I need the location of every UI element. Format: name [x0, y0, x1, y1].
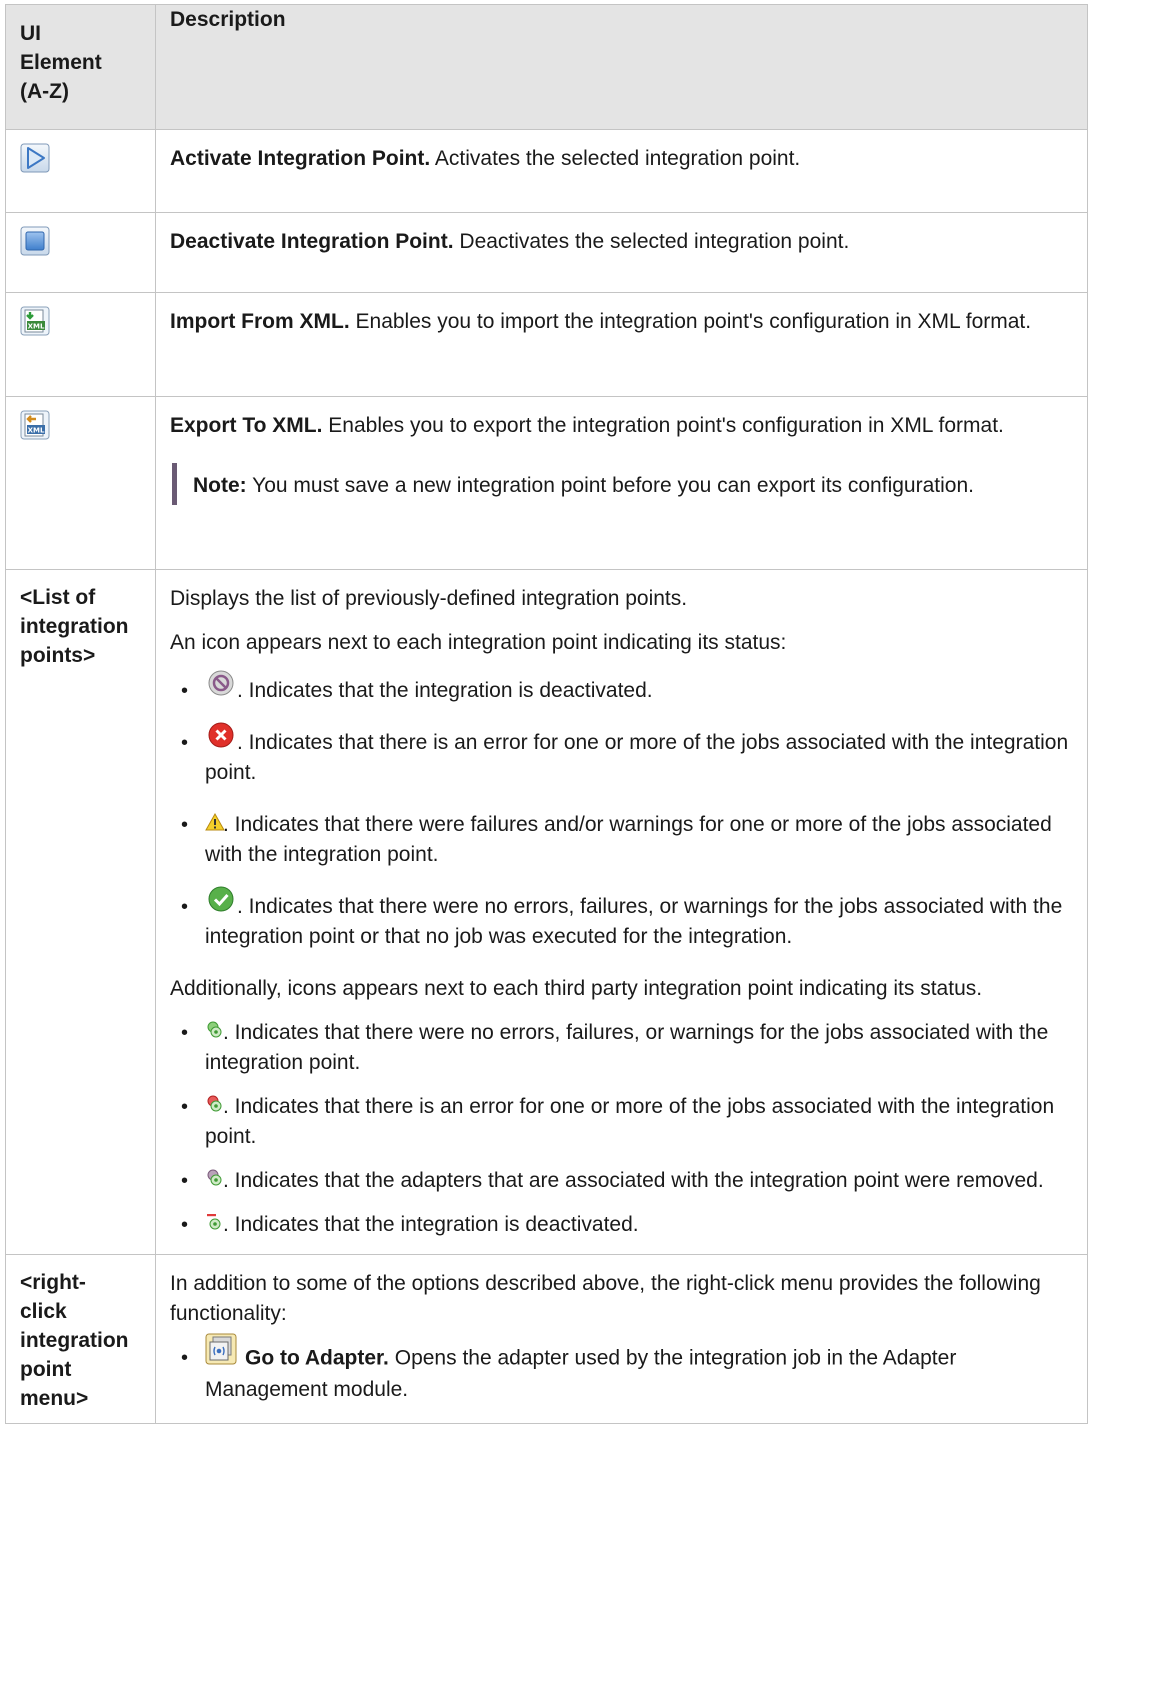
export-xml-label: XML — [28, 427, 45, 435]
table-header-row: UI Element (A-Z) Description — [5, 4, 1088, 130]
key-line: points> — [20, 644, 96, 667]
key-line: menu> — [20, 1387, 89, 1410]
error-status-icon — [208, 722, 234, 748]
third-party-list: . Indicates that there were no errors, f… — [170, 1018, 1071, 1240]
third-party-deactivated-icon — [205, 1213, 223, 1231]
list-item: . Indicates that there is an error for o… — [181, 722, 1071, 788]
status-text: . Indicates that there were no errors, f… — [205, 895, 1063, 948]
list-item: . Indicates that the integration is deac… — [181, 1210, 1071, 1240]
key-line: <right- — [20, 1271, 86, 1294]
status-list: . Indicates that the integration is deac… — [170, 670, 1071, 952]
list-item: . Indicates that the adapters that are a… — [181, 1166, 1071, 1196]
third-party-text: . Indicates that the integration is deac… — [223, 1213, 639, 1236]
table-row: <right- click integration point menu> In… — [5, 1254, 1088, 1424]
third-party-error-icon — [205, 1095, 223, 1113]
list-item: . Indicates that the integration is deac… — [181, 670, 1071, 706]
go-to-adapter-title: Go to Adapter. — [245, 1346, 389, 1370]
import-xml-label: XML — [28, 323, 45, 331]
list-item: . Indicates that there were failures and… — [181, 810, 1071, 870]
list-status-intro: An icon appears next to each integration… — [170, 631, 787, 654]
list-intro: Displays the list of previously-defined … — [170, 587, 688, 610]
activate-title: Activate Integration Point. — [170, 147, 431, 170]
third-party-ok-icon — [205, 1021, 223, 1039]
list-item: . Indicates that there were no errors, f… — [181, 886, 1071, 952]
deactivate-title: Deactivate Integration Point. — [170, 230, 454, 253]
deactivate-text: Deactivates the selected integration poi… — [453, 230, 850, 253]
table-row: Deactivate Integration Point. Deactivate… — [5, 212, 1088, 293]
list-item: . Indicates that there were no errors, f… — [181, 1018, 1071, 1078]
table-row: <List of integration points> Displays th… — [5, 569, 1088, 1255]
deactivated-status-icon — [208, 670, 234, 696]
note-label: Note: — [193, 474, 247, 497]
header-line: Element — [20, 51, 102, 74]
success-status-icon — [208, 886, 234, 912]
play-triangle-icon[interactable] — [20, 143, 50, 173]
import-xml-icon[interactable]: XML — [20, 306, 50, 336]
activate-text: Activates the selected integration point… — [430, 147, 801, 170]
third-party-intro: Additionally, icons appears next to each… — [170, 977, 983, 1000]
header-line: (A-Z) — [20, 80, 69, 103]
header-description: Description — [155, 4, 1088, 130]
table-row: XML Import From XML. Enables you to impo… — [5, 292, 1088, 397]
key-line: integration — [20, 1329, 129, 1352]
import-text: Enables you to import the integration po… — [349, 310, 1032, 333]
key-line: integration — [20, 615, 129, 638]
go-to-adapter-icon[interactable] — [205, 1333, 237, 1365]
status-text: . Indicates that there were failures and… — [205, 813, 1052, 866]
note-block: Note: You must save a new integration po… — [172, 463, 1071, 505]
stop-square-icon[interactable] — [20, 226, 50, 256]
rightclick-intro: In addition to some of the options descr… — [170, 1272, 1041, 1325]
table-row: XML Export To XML. Enables you to export… — [5, 396, 1088, 570]
list-item: . Indicates that there is an error for o… — [181, 1092, 1071, 1152]
header-line: UI — [20, 22, 41, 45]
export-xml-icon[interactable]: XML — [20, 410, 50, 440]
note-text: You must save a new integration point be… — [246, 474, 974, 497]
key-line: point — [20, 1358, 72, 1381]
status-text: . Indicates that the integration is deac… — [237, 679, 653, 702]
list-item: Go to Adapter. Opens the adapter used by… — [181, 1333, 1071, 1405]
key-line: <List of — [20, 586, 96, 609]
third-party-text: . Indicates that there is an error for o… — [205, 1095, 1055, 1148]
key-line: click — [20, 1300, 67, 1323]
export-text: Enables you to export the integration po… — [322, 414, 1004, 437]
third-party-text: . Indicates that the adapters that are a… — [223, 1169, 1044, 1192]
table-row: Activate Integration Point. Activates th… — [5, 129, 1088, 213]
export-title: Export To XML. — [170, 414, 323, 437]
ui-elements-table: UI Element (A-Z) Description Activate In… — [5, 4, 1088, 1424]
header-ui-element: UI Element (A-Z) — [5, 4, 156, 130]
status-text: . Indicates that there is an error for o… — [205, 731, 1069, 784]
third-party-removed-icon — [205, 1169, 223, 1187]
rightclick-list: Go to Adapter. Opens the adapter used by… — [170, 1333, 1071, 1405]
import-title: Import From XML. — [170, 310, 350, 333]
third-party-text: . Indicates that there were no errors, f… — [205, 1021, 1049, 1074]
warning-status-icon — [205, 813, 225, 831]
